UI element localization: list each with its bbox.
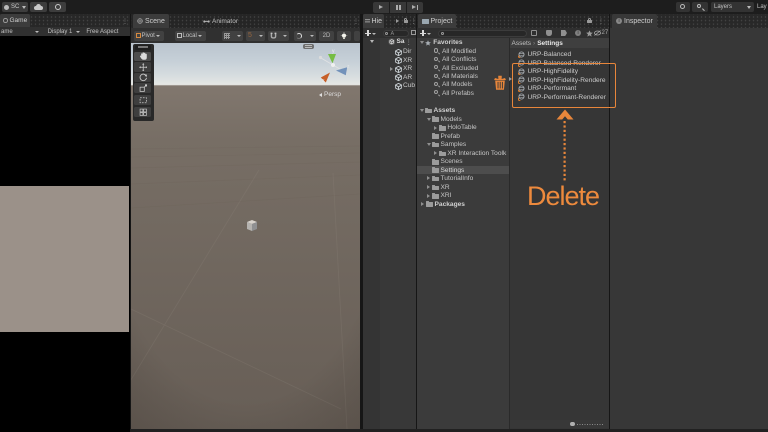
svg-text:y: y — [332, 49, 335, 55]
svg-text:z: z — [347, 64, 350, 70]
